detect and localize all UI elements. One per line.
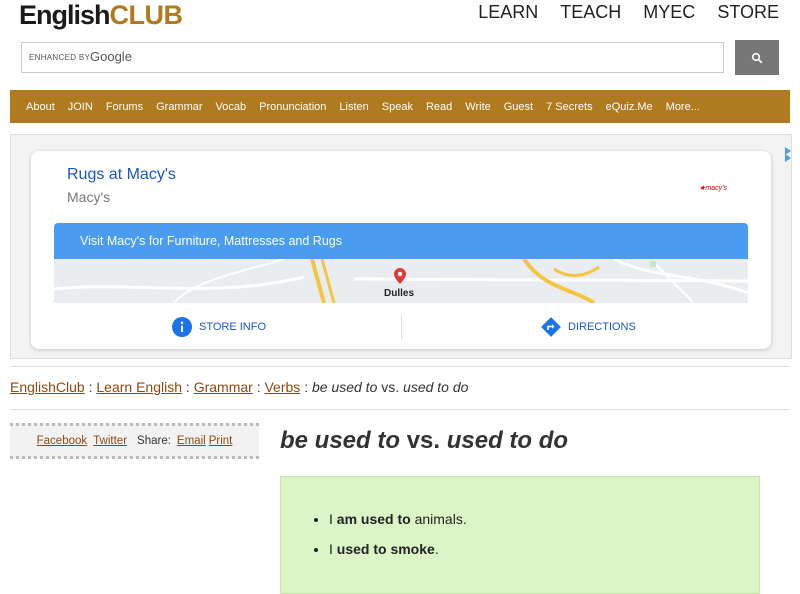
search-input[interactable]: ENHANCED BY Google xyxy=(21,42,724,73)
topnav-store[interactable]: STORE xyxy=(717,2,779,23)
share-label: Share: xyxy=(137,435,171,447)
adchoices-icon[interactable] xyxy=(771,143,793,165)
nav-guest[interactable]: Guest xyxy=(504,101,533,113)
title-part-a: be used to xyxy=(280,427,401,454)
directions-label: DIRECTIONS xyxy=(568,321,636,333)
topnav-learn[interactable]: LEARN xyxy=(478,2,538,23)
divider-bottom xyxy=(10,409,790,410)
print-link[interactable]: Print xyxy=(209,435,233,447)
share-bar: Facebook Twitter Share: Email Print xyxy=(10,423,259,459)
breadcrumb-current-a: be used to xyxy=(311,379,378,395)
store-info-label: STORE INFO xyxy=(199,321,267,333)
map-place-label: Dulles xyxy=(384,288,415,299)
divider-top xyxy=(10,366,790,367)
nav-speak[interactable]: Speak xyxy=(382,101,413,113)
breadcrumb: EnglishClub : Learn English : Grammar : … xyxy=(10,379,468,395)
nav-read[interactable]: Read xyxy=(426,101,452,113)
example-pre: I xyxy=(329,541,337,557)
example-post: . xyxy=(434,541,439,557)
breadcrumb-sep: : xyxy=(304,379,309,395)
nav-vocab[interactable]: Vocab xyxy=(216,101,247,113)
macys-logo: ★macy's xyxy=(699,185,727,192)
title-vs: vs. xyxy=(406,427,441,454)
nav-grammar[interactable]: Grammar xyxy=(156,101,202,113)
ad-actions: STORE INFO DIRECTIONS xyxy=(31,311,771,343)
example-bold: used to smoke xyxy=(336,541,435,557)
ad-cta-bar[interactable]: Visit Macy's for Furniture, Mattresses a… xyxy=(54,223,748,259)
example-post: animals. xyxy=(410,511,467,527)
englishclub-logo[interactable]: EnglishCLUB xyxy=(19,0,183,36)
nav-equiz[interactable]: eQuiz.Me xyxy=(606,101,653,113)
twitter-link[interactable]: Twitter xyxy=(93,435,127,447)
breadcrumb-sep: : xyxy=(256,379,261,395)
example-item: I used to smoke. xyxy=(329,541,467,557)
title-part-b: used to do xyxy=(446,427,569,454)
page-title: be used to vs. used to do xyxy=(280,427,568,455)
main-navbar: About JOIN Forums Grammar Vocab Pronunci… xyxy=(10,90,790,123)
logo-club: CLUB xyxy=(109,0,184,30)
directions-button[interactable]: DIRECTIONS xyxy=(541,317,636,337)
nav-forums[interactable]: Forums xyxy=(106,101,143,113)
ad-card[interactable]: Rugs at Macy's Macy's ★macy's Visit Macy… xyxy=(31,151,771,349)
breadcrumb-sep: : xyxy=(185,379,190,395)
breadcrumb-current-vs: vs. xyxy=(381,379,400,395)
ad-title[interactable]: Rugs at Macy's xyxy=(67,166,176,184)
nav-listen[interactable]: Listen xyxy=(339,101,368,113)
breadcrumb-verbs[interactable]: Verbs xyxy=(264,379,300,395)
nav-write[interactable]: Write xyxy=(465,101,490,113)
email-link[interactable]: Email xyxy=(177,435,206,447)
nav-7-secrets[interactable]: 7 Secrets xyxy=(546,101,592,113)
breadcrumb-sep: : xyxy=(88,379,93,395)
nav-about[interactable]: About xyxy=(26,101,55,113)
nav-join[interactable]: JOIN xyxy=(68,101,93,113)
store-info-button[interactable]: STORE INFO xyxy=(172,317,266,337)
google-label: Google xyxy=(90,49,132,64)
enhanced-by-label: ENHANCED BY xyxy=(29,53,91,62)
logo-english: English xyxy=(19,0,111,30)
ad-advertiser: Macy's xyxy=(67,189,111,205)
info-icon xyxy=(172,317,192,337)
example-item: I am used to animals. xyxy=(329,511,467,527)
breadcrumb-englishclub[interactable]: EnglishClub xyxy=(10,379,85,395)
map-pin-icon xyxy=(394,268,406,284)
facebook-link[interactable]: Facebook xyxy=(37,435,88,447)
breadcrumb-grammar[interactable]: Grammar xyxy=(194,379,253,395)
example-pre: I xyxy=(329,511,337,527)
nav-pronunciation[interactable]: Pronunciation xyxy=(259,101,326,113)
breadcrumb-learn-english[interactable]: Learn English xyxy=(96,379,182,395)
example-bold: am used to xyxy=(336,511,411,527)
examples-box: I am used to animals. I used to smoke. xyxy=(280,476,760,594)
search-button[interactable] xyxy=(735,40,779,75)
topnav-myec[interactable]: MYEC xyxy=(643,2,695,23)
directions-icon xyxy=(541,317,561,337)
top-navigation: LEARN TEACH MYEC STORE xyxy=(478,2,779,23)
examples-list: I am used to animals. I used to smoke. xyxy=(281,511,467,571)
ad-actions-divider xyxy=(401,315,402,339)
advertisement: Rugs at Macy's Macy's ★macy's Visit Macy… xyxy=(10,134,792,359)
ad-map[interactable]: Dulles xyxy=(54,259,748,303)
nav-more[interactable]: More... xyxy=(666,101,700,113)
search-icon xyxy=(751,52,763,63)
topnav-teach[interactable]: TEACH xyxy=(560,2,621,23)
breadcrumb-current-b: used to do xyxy=(403,379,469,395)
